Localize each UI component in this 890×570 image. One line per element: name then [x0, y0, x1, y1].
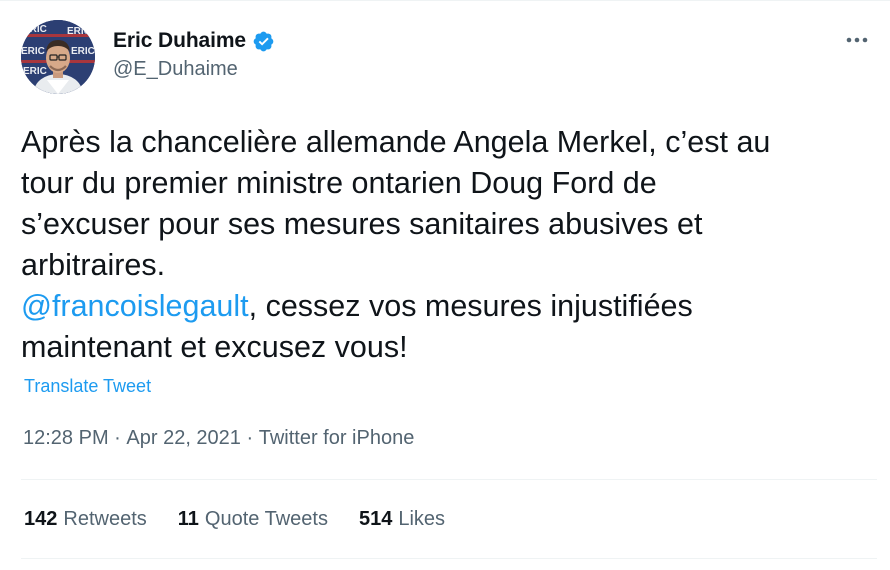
retweets-count: 142: [24, 508, 58, 530]
avatar-backdrop-text: ERIC: [71, 46, 95, 57]
author-display-name[interactable]: Eric Duhaime: [113, 29, 246, 53]
tweet-text-line: tour du premier ministre ontarien Doug F…: [21, 166, 657, 200]
likes-stat[interactable]: 514 Likes: [359, 508, 445, 531]
likes-label: Likes: [398, 508, 446, 530]
tweet-text-line: maintenant et excusez vous!: [21, 330, 408, 364]
more-horizontal-icon: [846, 37, 868, 43]
tweet-meta: 12:28 PM · Apr 22, 2021 · Twitter for iP…: [23, 427, 414, 450]
likes-count: 514: [358, 508, 393, 530]
retweets-label: Retweets: [63, 508, 147, 530]
meta-separator: ·: [240, 427, 259, 449]
avatar-backdrop-text: ERIC: [23, 66, 47, 77]
tweet-text: Après la chancelière allemande Angela Me…: [21, 122, 881, 368]
quote-tweets-stat[interactable]: 11 Quote Tweets: [178, 508, 328, 531]
tweet-date[interactable]: Apr 22, 2021: [126, 427, 241, 450]
meta-separator: ·: [108, 427, 127, 449]
mention-link[interactable]: @francoislegault: [21, 289, 249, 323]
retweets-stat[interactable]: 142 Retweets: [24, 508, 147, 531]
verified-badge-icon: [252, 30, 275, 53]
tweet-text-line: Après la chancelière allemande Angela Me…: [21, 125, 771, 159]
author-handle[interactable]: @E_Duhaime: [113, 58, 238, 81]
translate-tweet-link[interactable]: Translate Tweet: [24, 376, 151, 397]
quote-tweets-count: 11: [177, 508, 199, 530]
tweet-text-line: @francoislegault, cessez vos mesures inj…: [21, 286, 881, 327]
more-options-button[interactable]: [842, 30, 872, 50]
top-border: [0, 0, 890, 1]
tweet-text-segment: , cessez vos mesures injustifiées: [248, 289, 693, 323]
avatar-image: ERIC ERIC ERIC ERIC ERIC: [21, 20, 95, 94]
tweet-source[interactable]: Twitter for iPhone: [259, 427, 415, 450]
avatar[interactable]: ERIC ERIC ERIC ERIC ERIC: [21, 20, 95, 94]
author-name-row[interactable]: Eric Duhaime: [113, 28, 275, 54]
quote-tweets-label: Quote Tweets: [204, 508, 328, 530]
divider: [21, 479, 877, 480]
divider: [21, 558, 877, 559]
avatar-backdrop-text: ERIC: [21, 46, 45, 57]
engagement-stats: 142 Retweets 11 Quote Tweets 514 Likes: [24, 508, 476, 531]
tweet-time[interactable]: 12:28 PM: [23, 427, 109, 450]
tweet-text-line: s’excuser pour ses mesures sanitaires ab…: [21, 207, 703, 241]
avatar-backdrop-text: ERIC: [23, 24, 47, 35]
tweet-text-line: arbitraires.: [21, 248, 166, 282]
